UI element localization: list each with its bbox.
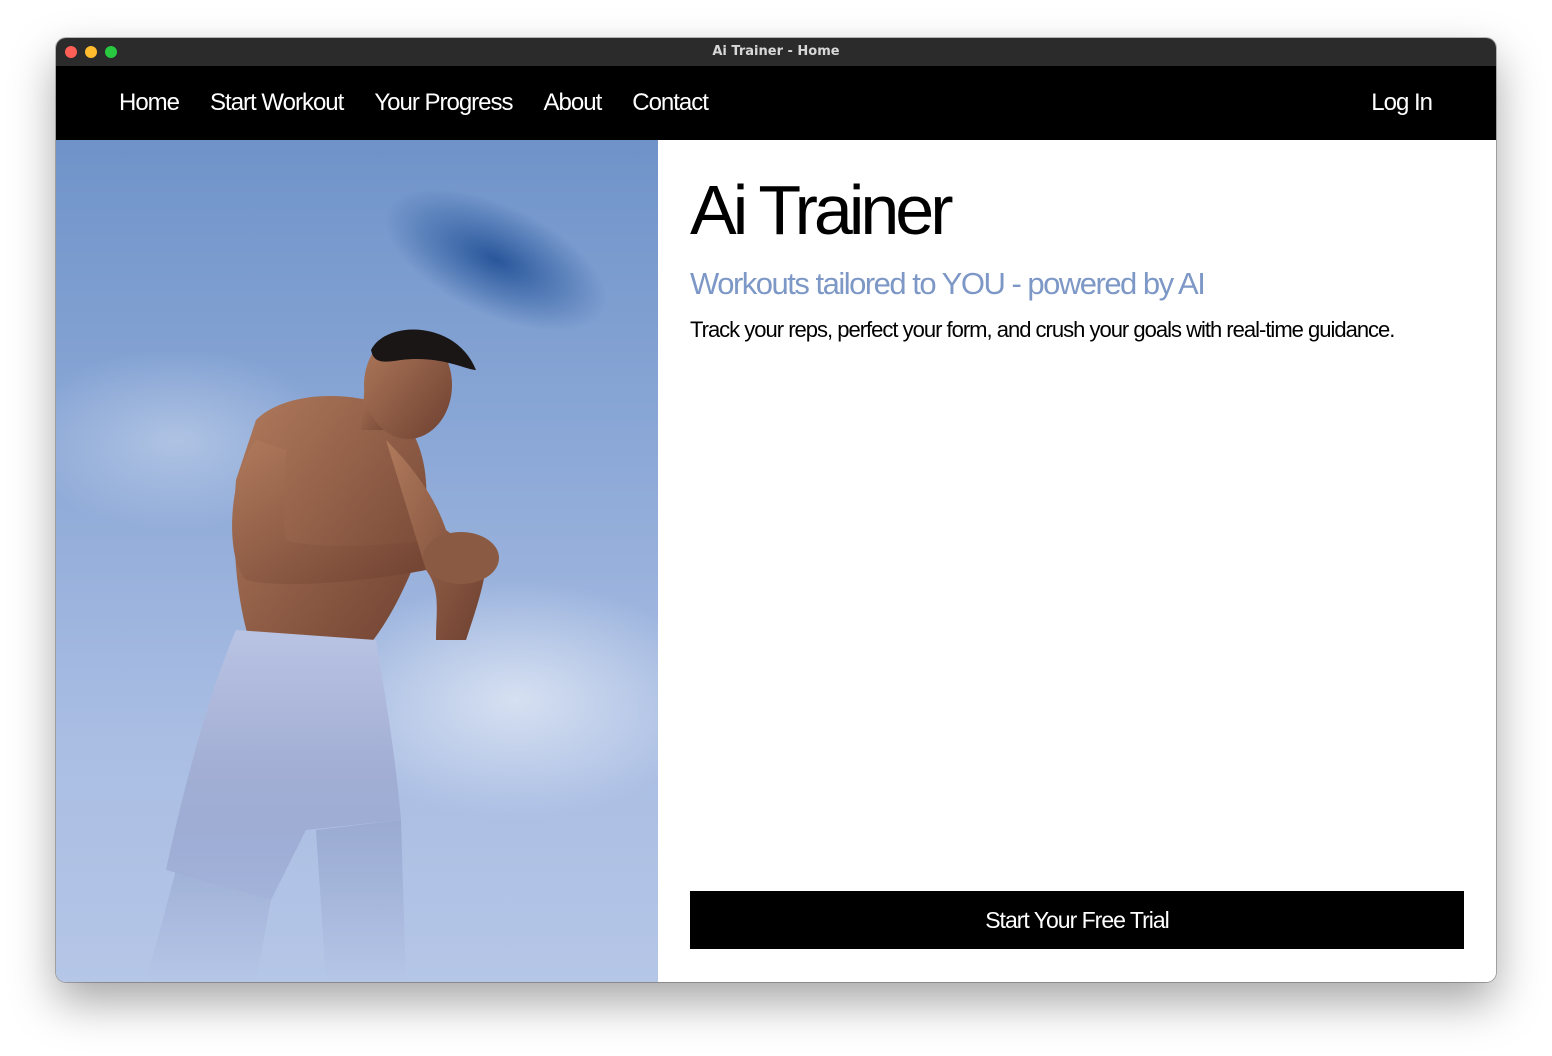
hero-content: Ai Trainer Workouts tailored to YOU - po… [658, 140, 1496, 982]
browser-window: Ai Trainer - Home Home Start Workout You… [56, 38, 1496, 982]
nav-link-home[interactable]: Home [119, 89, 180, 117]
nav-link-contact[interactable]: Contact [632, 89, 709, 117]
nav-link-about[interactable]: About [544, 89, 603, 117]
hero-athlete-image [56, 140, 658, 982]
hero-description: Track your reps, perfect your form, and … [690, 317, 1395, 342]
navbar: Home Start Workout Your Progress About C… [56, 66, 1496, 140]
nav-links: Home Start Workout Your Progress About C… [119, 66, 739, 140]
window-title: Ai Trainer - Home [712, 44, 840, 59]
hero-title: Ai Trainer [690, 171, 954, 249]
login-link[interactable]: Log In [1371, 66, 1433, 140]
window-titlebar: Ai Trainer - Home [56, 38, 1496, 67]
athlete-photo-illustration [56, 188, 658, 982]
start-free-trial-button[interactable]: Start Your Free Trial [690, 891, 1464, 949]
nav-link-your-progress[interactable]: Your Progress [374, 89, 513, 117]
hero-subtitle: Workouts tailored to YOU - powered by AI [690, 266, 1206, 301]
nav-link-start-workout[interactable]: Start Workout [210, 89, 344, 117]
